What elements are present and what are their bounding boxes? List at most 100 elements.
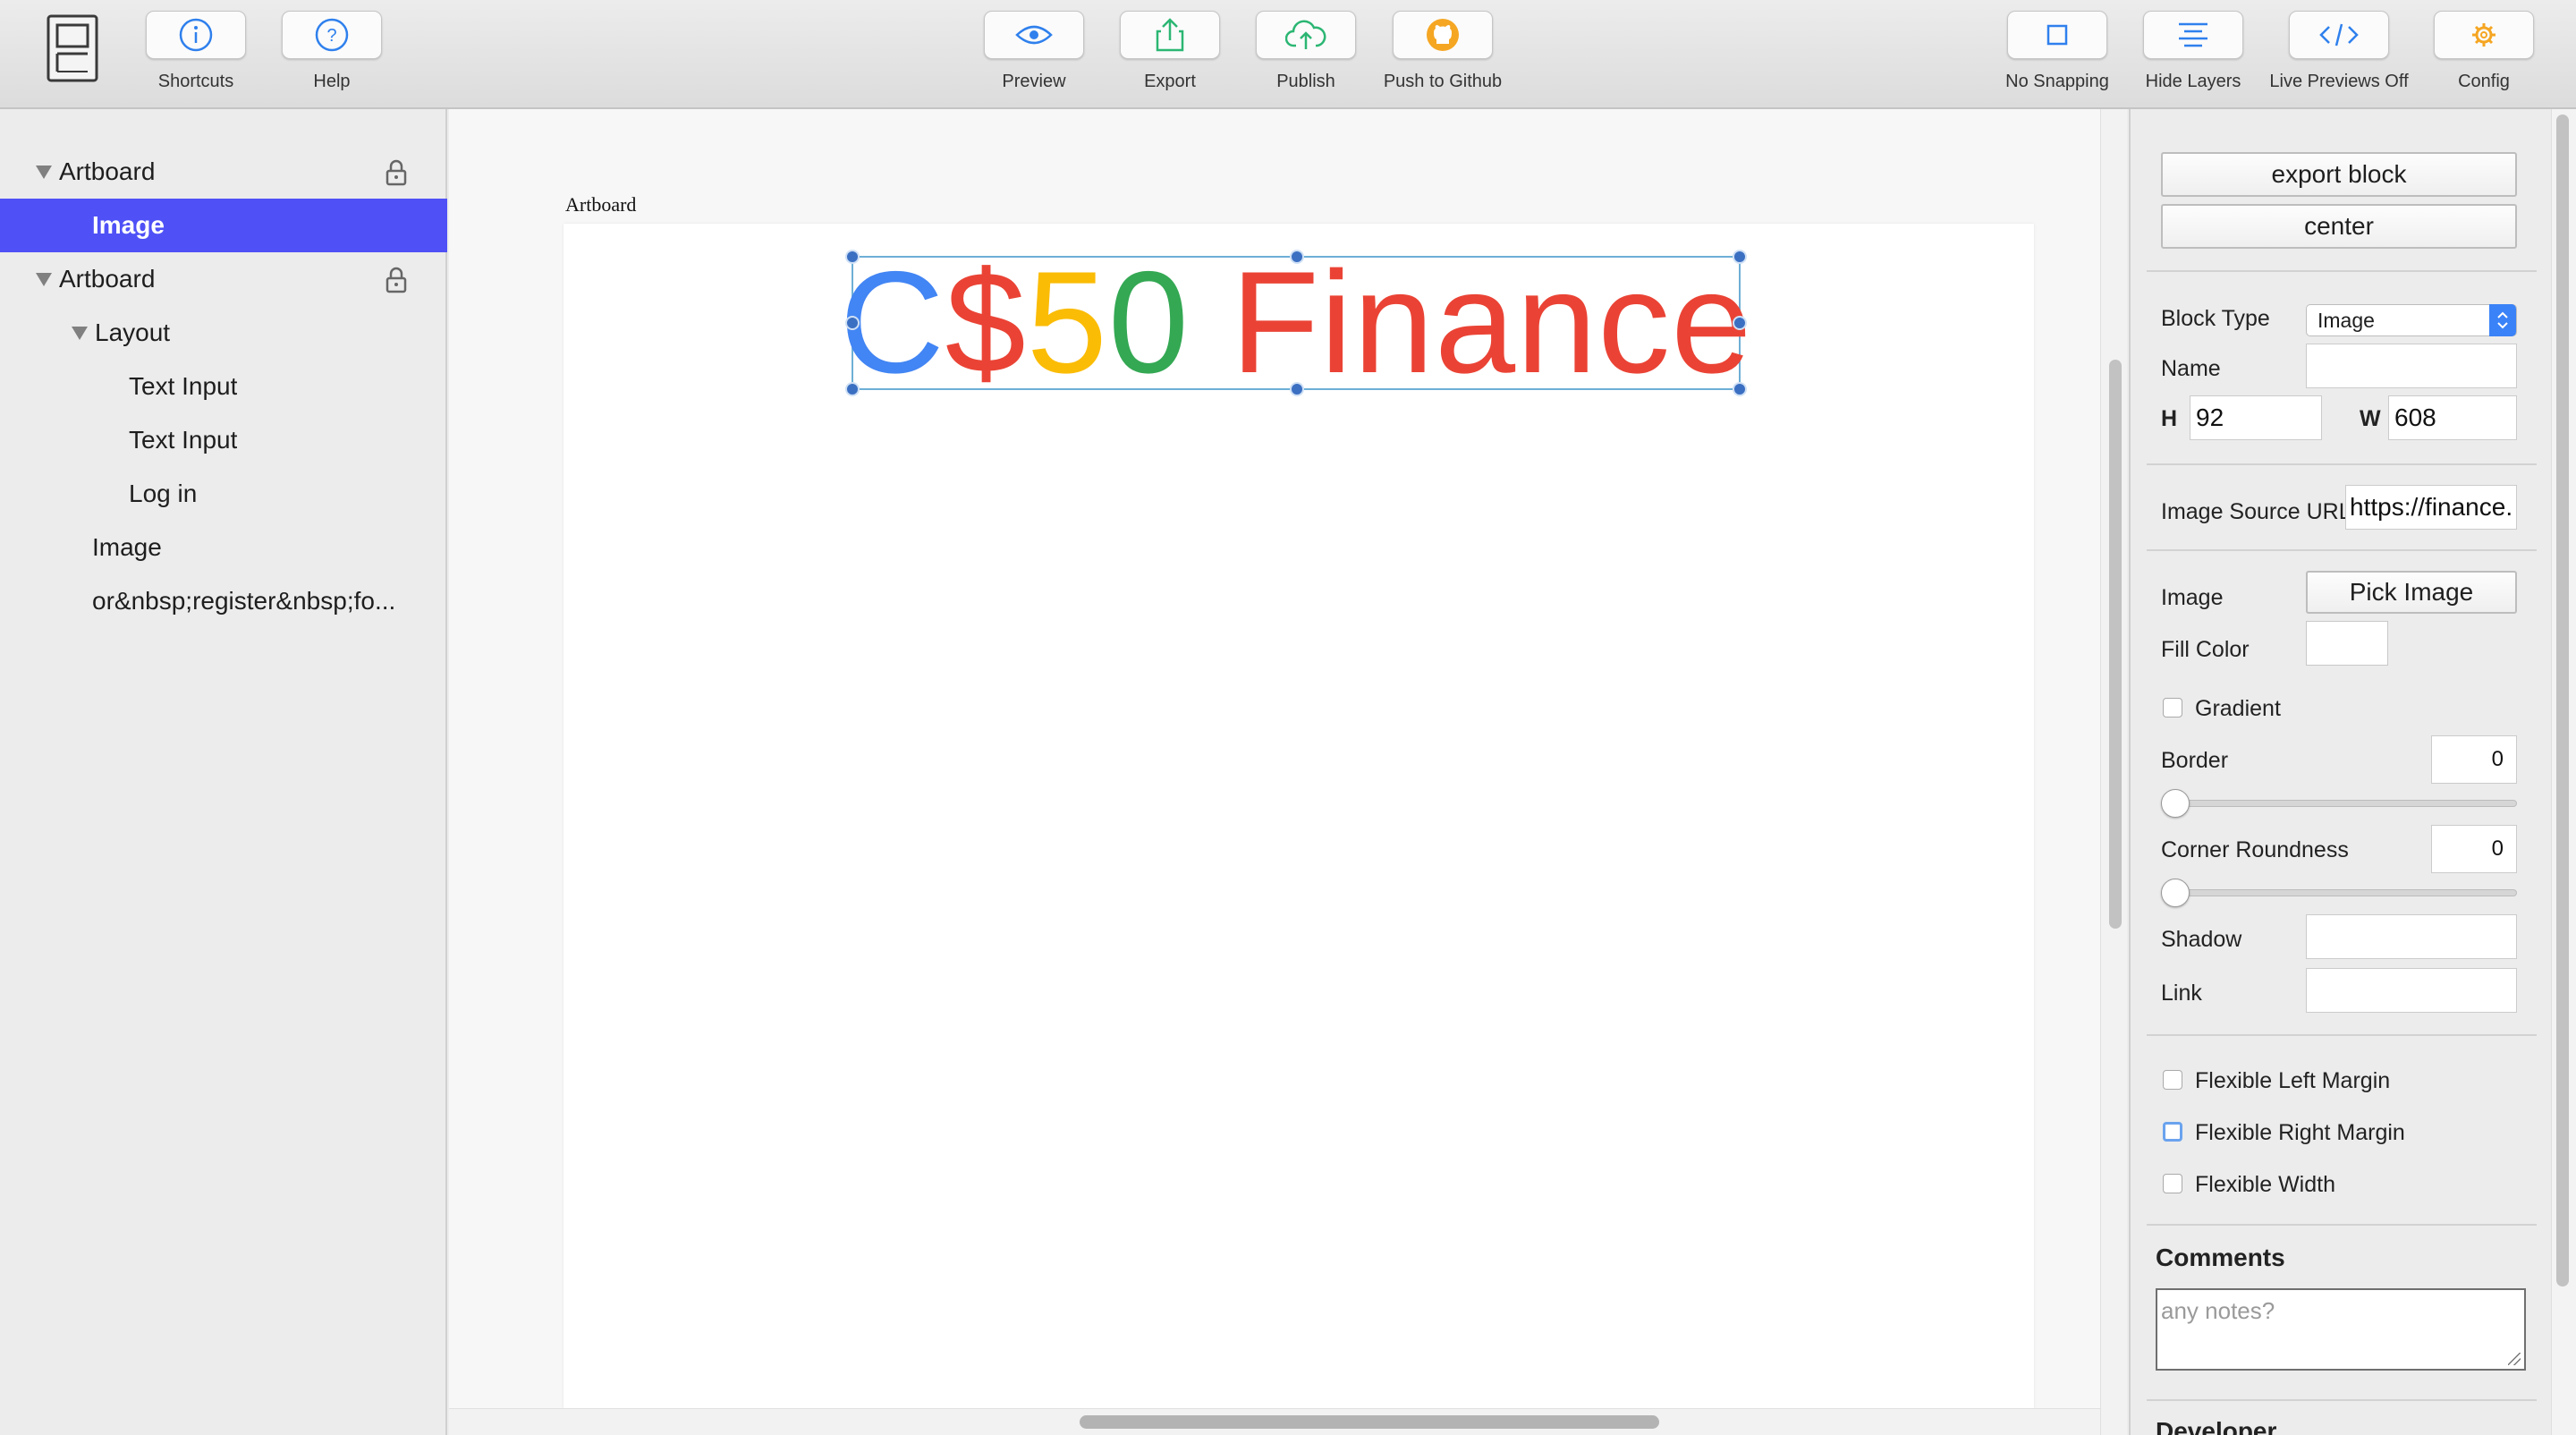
resize-handle-left[interactable] — [845, 316, 860, 330]
logo-word-finance: Finance — [1190, 242, 1753, 403]
gradient-checkbox[interactable] — [2163, 698, 2182, 718]
divider — [2147, 1034, 2537, 1036]
image-source-url-field[interactable]: https://finance. — [2345, 485, 2517, 530]
disclosure-triangle-icon[interactable] — [36, 165, 52, 179]
layer-text-input[interactable]: Text Input — [0, 413, 447, 467]
artboard-label[interactable]: Artboard — [565, 193, 636, 217]
publish-button[interactable]: Publish — [1255, 11, 1357, 92]
name-field[interactable] — [2306, 344, 2517, 388]
name-label: Name — [2161, 356, 2221, 381]
live-previews-off-button[interactable]: Live Previews Off — [2269, 11, 2409, 92]
artboard[interactable]: C $ 5 0 Finance — [564, 224, 2034, 1435]
select-arrows-icon — [2489, 304, 2516, 336]
corner-roundness-slider-knob[interactable] — [2161, 879, 2190, 907]
preview-label: Preview — [1002, 72, 1066, 91]
width-label: W — [2360, 406, 2381, 431]
selected-image-block[interactable]: C $ 5 0 Finance — [840, 250, 1751, 396]
inspector-scroll-thumb[interactable] — [2556, 115, 2569, 1286]
comments-textarea[interactable]: any notes? — [2156, 1288, 2526, 1371]
pick-image-button[interactable]: Pick Image — [2306, 571, 2517, 614]
border-slider-knob[interactable] — [2161, 789, 2190, 818]
flexible-left-margin-checkbox[interactable] — [2163, 1070, 2182, 1090]
resize-handle-bottom[interactable] — [1290, 382, 1304, 396]
logo-letter-0: 0 — [1107, 242, 1190, 403]
developer-heading: Developer — [2156, 1417, 2277, 1435]
resize-handle-bottom-left[interactable] — [845, 382, 860, 396]
divider — [2147, 1399, 2537, 1401]
layer-label: Log in — [129, 480, 198, 507]
height-label: H — [2161, 406, 2178, 431]
layer-log-in[interactable]: Log in — [0, 467, 447, 521]
block-type-select[interactable]: Image — [2306, 304, 2517, 336]
preview-button[interactable]: Preview — [983, 11, 1085, 92]
image-source-url-label: Image Source URL — [2161, 499, 2351, 524]
center-button[interactable]: center — [2161, 204, 2517, 249]
border-field[interactable]: 0 — [2431, 735, 2517, 784]
resize-grip-icon[interactable] — [2508, 1353, 2521, 1365]
layer-artboard[interactable]: Artboard — [0, 145, 447, 199]
disclosure-triangle-icon[interactable] — [36, 272, 52, 286]
eye-icon — [1015, 25, 1053, 45]
layer-artboard[interactable]: Artboard — [0, 252, 447, 306]
canvas-horizontal-scroll-thumb[interactable] — [1080, 1415, 1659, 1429]
layer-image-selected[interactable]: Image — [0, 199, 447, 252]
link-field[interactable] — [2306, 968, 2517, 1013]
layer-text-input[interactable]: Text Input — [0, 360, 447, 413]
config-button[interactable]: Config — [2433, 11, 2535, 92]
resize-handle-top[interactable] — [1290, 250, 1304, 264]
lock-icon[interactable] — [385, 159, 408, 186]
hide-layers-button[interactable]: Hide Layers — [2142, 11, 2244, 92]
lock-icon[interactable] — [385, 267, 408, 293]
divider — [2147, 1224, 2537, 1226]
no-snapping-button[interactable]: No Snapping — [2005, 11, 2109, 92]
help-label: Help — [313, 72, 351, 91]
shortcuts-button[interactable]: Shortcuts — [145, 11, 247, 92]
export-block-button[interactable]: export block — [2161, 152, 2517, 197]
layer-image[interactable]: Image — [0, 521, 447, 574]
disclosure-triangle-icon[interactable] — [72, 326, 88, 340]
block-type-value: Image — [2318, 308, 2375, 332]
shadow-field[interactable] — [2306, 914, 2517, 959]
resize-handle-top-right[interactable] — [1733, 250, 1747, 264]
layer-register-text[interactable]: or&nbsp;register&nbsp;fo... — [0, 574, 411, 628]
divider — [2147, 270, 2537, 272]
width-field[interactable]: 608 — [2388, 395, 2517, 440]
inspector-panel: export block center Block Type Image Nam… — [2129, 109, 2551, 1435]
push-to-github-label: Push to Github — [1383, 72, 1503, 91]
flexible-right-margin-label: Flexible Right Margin — [2195, 1120, 2405, 1145]
canvas-vertical-scroll-thumb[interactable] — [2109, 360, 2122, 929]
help-button[interactable]: ? Help — [281, 11, 383, 92]
design-canvas[interactable]: Artboard C $ 5 0 Finance — [449, 109, 2127, 1435]
resize-handle-bottom-right[interactable] — [1733, 382, 1747, 396]
layer-layout[interactable]: Layout — [0, 306, 447, 360]
info-icon — [179, 18, 213, 52]
flexible-right-margin-checkbox[interactable] — [2163, 1122, 2182, 1142]
layers-panel: Artboard Image Artboard Layout Text Inpu… — [0, 109, 447, 1435]
fill-color-swatch[interactable] — [2306, 621, 2388, 666]
border-slider-track[interactable] — [2161, 800, 2517, 807]
flexible-width-checkbox[interactable] — [2163, 1174, 2182, 1193]
divider — [2147, 549, 2537, 551]
question-icon: ? — [315, 18, 349, 52]
image-label: Image — [2161, 585, 2224, 610]
resize-handle-top-left[interactable] — [845, 250, 860, 264]
height-field[interactable]: 92 — [2190, 395, 2322, 440]
layer-label: Artboard — [59, 265, 156, 293]
shadow-label: Shadow — [2161, 927, 2242, 952]
block-type-label: Block Type — [2161, 306, 2270, 331]
export-button[interactable]: Export — [1119, 11, 1221, 92]
logo-letter-5: 5 — [1026, 242, 1108, 403]
square-icon — [2046, 24, 2068, 46]
corner-roundness-field[interactable]: 0 — [2431, 825, 2517, 873]
resize-handle-right[interactable] — [1733, 316, 1747, 330]
fill-color-label: Fill Color — [2161, 637, 2250, 662]
layer-label: Image — [92, 211, 165, 239]
border-label: Border — [2161, 748, 2229, 773]
push-to-github-button[interactable]: Push to Github — [1384, 11, 1502, 92]
comments-heading: Comments — [2156, 1244, 2285, 1271]
corner-roundness-slider-track[interactable] — [2161, 889, 2517, 896]
shortcuts-label: Shortcuts — [157, 72, 234, 91]
corner-roundness-label: Corner Roundness — [2161, 837, 2349, 862]
share-upload-icon — [1156, 18, 1184, 52]
code-icon — [2319, 23, 2359, 47]
